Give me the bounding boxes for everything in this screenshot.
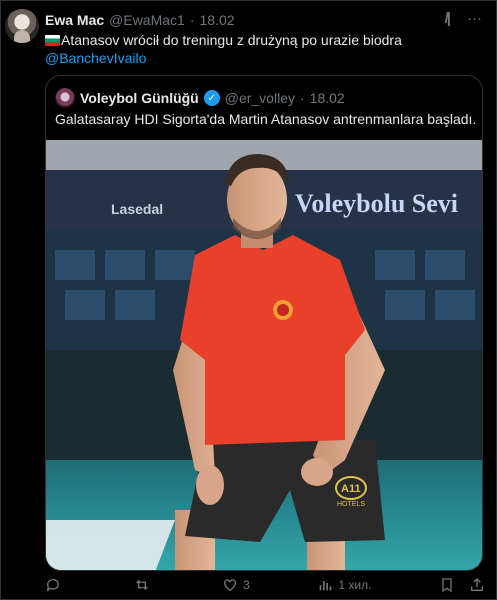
verified-badge-icon: ✓ — [203, 90, 220, 106]
bulgaria-flag-icon — [45, 35, 60, 46]
tweet-header: Ewa Mac @EwaMac1 · 18.02 — [45, 11, 235, 29]
heart-icon — [224, 579, 237, 592]
reply-icon — [46, 579, 59, 592]
author-avatar[interactable] — [5, 9, 39, 43]
views-button[interactable]: 1 хил. — [317, 577, 371, 593]
quote-separator: · — [299, 90, 305, 106]
views-count: 1 хил. — [338, 578, 372, 592]
action-bar: 3 1 хил. — [45, 575, 485, 595]
shorts-logo-sub: HOTELS — [337, 501, 365, 508]
tweet-card[interactable]: Ewa Mac @EwaMac1 · 18.02 /| ··· Atanasov… — [0, 0, 497, 600]
author-name[interactable]: Ewa Mac — [45, 12, 104, 28]
retweet-button[interactable] — [134, 577, 155, 593]
tweet-body: Atanasov wrócił do treningu z drużyną po… — [61, 32, 402, 48]
shorts-logo: A11 — [341, 483, 361, 495]
top-icons: /| ··· — [445, 10, 482, 27]
quote-author-handle[interactable]: @er_volley — [225, 90, 295, 106]
tweet-date[interactable]: 18.02 — [200, 12, 235, 28]
mention-link[interactable]: @BanchevIvailo — [45, 49, 146, 67]
quote-avatar[interactable] — [55, 88, 75, 108]
tweet-text: Atanasov wrócił do treningu z drużyną po… — [45, 31, 475, 67]
quote-date[interactable]: 18.02 — [310, 90, 345, 106]
retweet-icon — [135, 580, 148, 590]
quote-text: Galatasaray HDI Sigorta'da Martin Atanas… — [55, 111, 477, 127]
banner-badge: Lasedal — [111, 201, 163, 217]
quoted-tweet[interactable]: Voleybol Günlüğü ✓ @er_volley · 18.02 Ga… — [45, 75, 483, 571]
more-icon[interactable]: ··· — [467, 10, 482, 27]
views-icon — [320, 581, 332, 591]
header-separator: · — [189, 12, 195, 28]
share-icon[interactable] — [469, 577, 485, 593]
actions-right — [439, 577, 485, 593]
quote-author-name[interactable]: Voleybol Günlüğü — [80, 90, 199, 106]
bookmark-icon[interactable] — [439, 577, 455, 593]
like-count: 3 — [243, 578, 250, 592]
volleyball-player-photo[interactable]: Voleybolu Sevi Lasedal A11 HOTELS — [45, 140, 483, 571]
author-handle[interactable]: @EwaMac1 — [109, 12, 185, 28]
reply-button[interactable] — [45, 577, 66, 593]
banner-text: Voleybolu Sevi — [295, 189, 458, 218]
like-button[interactable]: 3 — [222, 577, 250, 593]
grok-icon[interactable]: /| — [445, 10, 452, 27]
quote-header: Voleybol Günlüğü ✓ @er_volley · 18.02 — [55, 88, 345, 108]
